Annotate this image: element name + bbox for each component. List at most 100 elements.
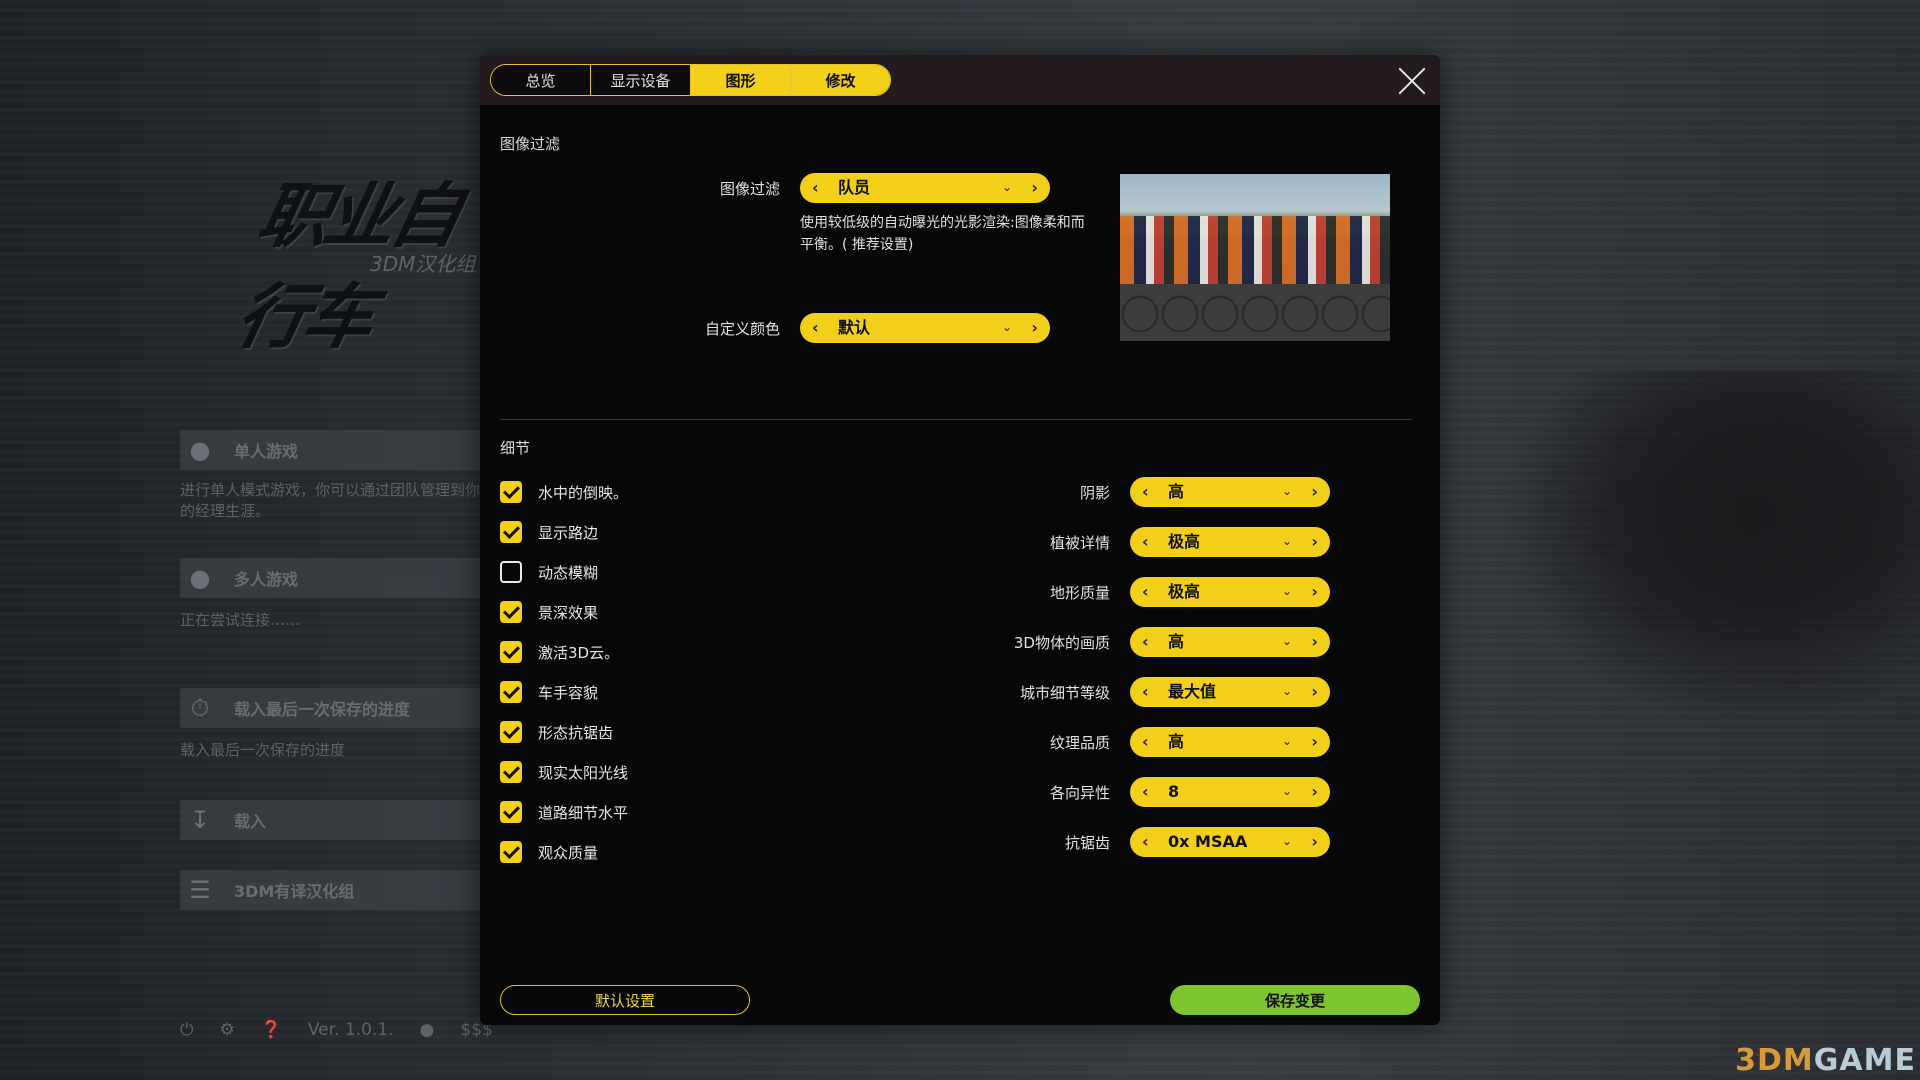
shadows-select[interactable]: ‹ 高 ⌄ › xyxy=(1130,477,1330,507)
chevron-down-icon[interactable]: ⌄ xyxy=(1282,727,1292,756)
checkbox[interactable] xyxy=(500,761,522,783)
chevron-down-icon[interactable]: ⌄ xyxy=(1002,173,1012,202)
checkbox-road-detail[interactable]: 道路细节水平 xyxy=(500,800,628,824)
chevron-left-icon[interactable]: ‹ xyxy=(1142,477,1149,507)
chevron-down-icon[interactable]: ⌄ xyxy=(1282,677,1292,706)
checkbox-depth-of-field[interactable]: 景深效果 xyxy=(500,600,598,624)
chevron-right-icon[interactable]: › xyxy=(1311,727,1318,757)
menu-item-label: 载入最后一次保存的进度 xyxy=(234,700,411,719)
city-detail-select[interactable]: ‹ 最大值 ⌄ › xyxy=(1130,677,1330,707)
game-logo: 职业自行车 3DM汉化组 xyxy=(229,160,490,358)
chevron-down-icon[interactable]: ⌄ xyxy=(1282,477,1292,506)
checkbox[interactable] xyxy=(500,481,522,503)
power-icon[interactable]: ⏻ xyxy=(180,1020,193,1040)
gear-icon[interactable]: ⚙ xyxy=(219,1020,234,1040)
select-value: 高 xyxy=(1168,732,1185,751)
chevron-right-icon[interactable]: › xyxy=(1311,677,1318,707)
chevron-down-icon[interactable]: ⌄ xyxy=(1002,313,1012,342)
checkbox-3d-clouds[interactable]: 激活3D云。 xyxy=(500,640,619,664)
texture-quality-select[interactable]: ‹ 高 ⌄ › xyxy=(1130,727,1330,757)
custom-color-label: 自定义颜色 xyxy=(704,320,780,338)
chevron-left-icon[interactable]: ‹ xyxy=(812,313,819,343)
section-title-details: 细节 xyxy=(500,439,531,457)
anisotropic-select[interactable]: ‹ 8 ⌄ › xyxy=(1130,777,1330,807)
chevron-down-icon[interactable]: ⌄ xyxy=(1282,527,1292,556)
chevron-left-icon[interactable]: ‹ xyxy=(812,173,819,203)
menu-item-load-last[interactable]: ⏱ 载入最后一次保存的进度 xyxy=(180,688,480,728)
chevron-right-icon[interactable]: › xyxy=(1311,827,1318,857)
chevron-down-icon[interactable]: ⌄ xyxy=(1282,777,1292,806)
checkbox[interactable] xyxy=(500,561,522,583)
checkbox[interactable] xyxy=(500,801,522,823)
chevron-down-icon[interactable]: ⌄ xyxy=(1282,577,1292,606)
select-value: 队员 xyxy=(838,178,871,197)
game-logo-subtitle: 3DM汉化组 xyxy=(370,252,476,276)
chevron-right-icon[interactable]: › xyxy=(1311,777,1318,807)
checkbox-show-roadside[interactable]: 显示路边 xyxy=(500,520,598,544)
menu-item-single-player[interactable]: ● 单人游戏 xyxy=(180,430,480,470)
chevron-left-icon[interactable]: ‹ xyxy=(1142,827,1149,857)
checkbox-rider-appearance[interactable]: 车手容貌 xyxy=(500,680,598,704)
menu-item-credits[interactable]: ☰ 3DM有译汉化组 xyxy=(180,870,480,910)
close-icon[interactable] xyxy=(1396,65,1428,97)
menu-item-load[interactable]: ↧ 载入 xyxy=(180,800,480,840)
chevron-right-icon[interactable]: › xyxy=(1311,627,1318,657)
chevron-right-icon[interactable]: › xyxy=(1031,313,1038,343)
select-value: 高 xyxy=(1168,632,1185,651)
menu-item-multiplayer[interactable]: ● 多人游戏 xyxy=(180,558,480,598)
save-changes-button[interactable]: 保存变更 xyxy=(1170,985,1420,1015)
select-value: 极高 xyxy=(1168,582,1201,601)
setting-label-terrain: 地形质量 xyxy=(1049,584,1110,602)
help-icon[interactable]: ❓ xyxy=(261,1020,282,1040)
chevron-left-icon[interactable]: ‹ xyxy=(1142,777,1149,807)
custom-color-select[interactable]: ‹ 默认 ⌄ › xyxy=(800,313,1050,343)
menu-item-label: 单人游戏 xyxy=(234,442,299,461)
checkbox[interactable] xyxy=(500,721,522,743)
vegetation-select[interactable]: ‹ 极高 ⌄ › xyxy=(1130,527,1330,557)
checkbox[interactable] xyxy=(500,641,522,663)
tab-overview[interactable]: 总览 xyxy=(491,65,590,95)
chevron-right-icon[interactable]: › xyxy=(1311,477,1318,507)
chevron-left-icon[interactable]: ‹ xyxy=(1142,677,1149,707)
tab-modify[interactable]: 修改 xyxy=(790,65,890,95)
checkbox-motion-blur[interactable]: 动态模糊 xyxy=(500,560,598,584)
checkbox-label: 动态模糊 xyxy=(538,563,599,582)
objects-quality-select[interactable]: ‹ 高 ⌄ › xyxy=(1130,627,1330,657)
chevron-down-icon[interactable]: ⌄ xyxy=(1282,827,1292,856)
checkbox-label: 水中的倒映。 xyxy=(538,483,629,502)
chevron-down-icon[interactable]: ⌄ xyxy=(1282,627,1292,656)
checkbox[interactable] xyxy=(500,521,522,543)
terrain-select[interactable]: ‹ 极高 ⌄ › xyxy=(1130,577,1330,607)
chevron-right-icon[interactable]: › xyxy=(1031,173,1038,203)
checkbox-label: 道路细节水平 xyxy=(538,803,629,822)
image-filter-select[interactable]: ‹ 队员 ⌄ › xyxy=(800,173,1050,203)
background-cyclist-art xyxy=(1500,370,1920,730)
checkbox-realistic-sunlight[interactable]: 现实太阳光线 xyxy=(500,760,628,784)
checkbox[interactable] xyxy=(500,841,522,863)
tab-graphics[interactable]: 图形 xyxy=(690,65,790,95)
antialiasing-select[interactable]: ‹ 0x MSAA ⌄ › xyxy=(1130,827,1330,857)
download-icon: ↧ xyxy=(189,806,211,834)
checkbox[interactable] xyxy=(500,601,522,623)
checkbox-label: 形态抗锯齿 xyxy=(538,723,614,742)
chevron-left-icon[interactable]: ‹ xyxy=(1142,727,1149,757)
menu-item-label: 3DM有译汉化组 xyxy=(234,882,355,901)
stopwatch-icon: ⏱ xyxy=(190,694,210,722)
checkbox-spectator-quality[interactable]: 观众质量 xyxy=(500,840,598,864)
checkbox-water-reflection[interactable]: 水中的倒映。 xyxy=(500,480,628,504)
select-value: 最大值 xyxy=(1168,682,1217,701)
chevron-right-icon[interactable]: › xyxy=(1311,577,1318,607)
default-settings-button[interactable]: 默认设置 xyxy=(500,985,750,1015)
menu-description: 载入最后一次保存的进度 xyxy=(180,741,346,759)
list-icon: ☰ xyxy=(189,876,211,904)
setting-label-antialiasing: 抗锯齿 xyxy=(1064,834,1110,852)
chevron-left-icon[interactable]: ‹ xyxy=(1142,627,1149,657)
tab-bar: 总览 显示设备 图形 修改 xyxy=(490,64,891,96)
image-filter-description: 使用较低级的自动曝光的光影渲染:图像柔和而平衡。( 推荐设置) xyxy=(800,215,1085,253)
checkbox[interactable] xyxy=(500,681,522,703)
chevron-left-icon[interactable]: ‹ xyxy=(1142,527,1149,557)
checkbox-morphological-aa[interactable]: 形态抗锯齿 xyxy=(500,720,613,744)
tab-display[interactable]: 显示设备 xyxy=(590,65,690,95)
chevron-right-icon[interactable]: › xyxy=(1311,527,1318,557)
chevron-left-icon[interactable]: ‹ xyxy=(1142,577,1149,607)
